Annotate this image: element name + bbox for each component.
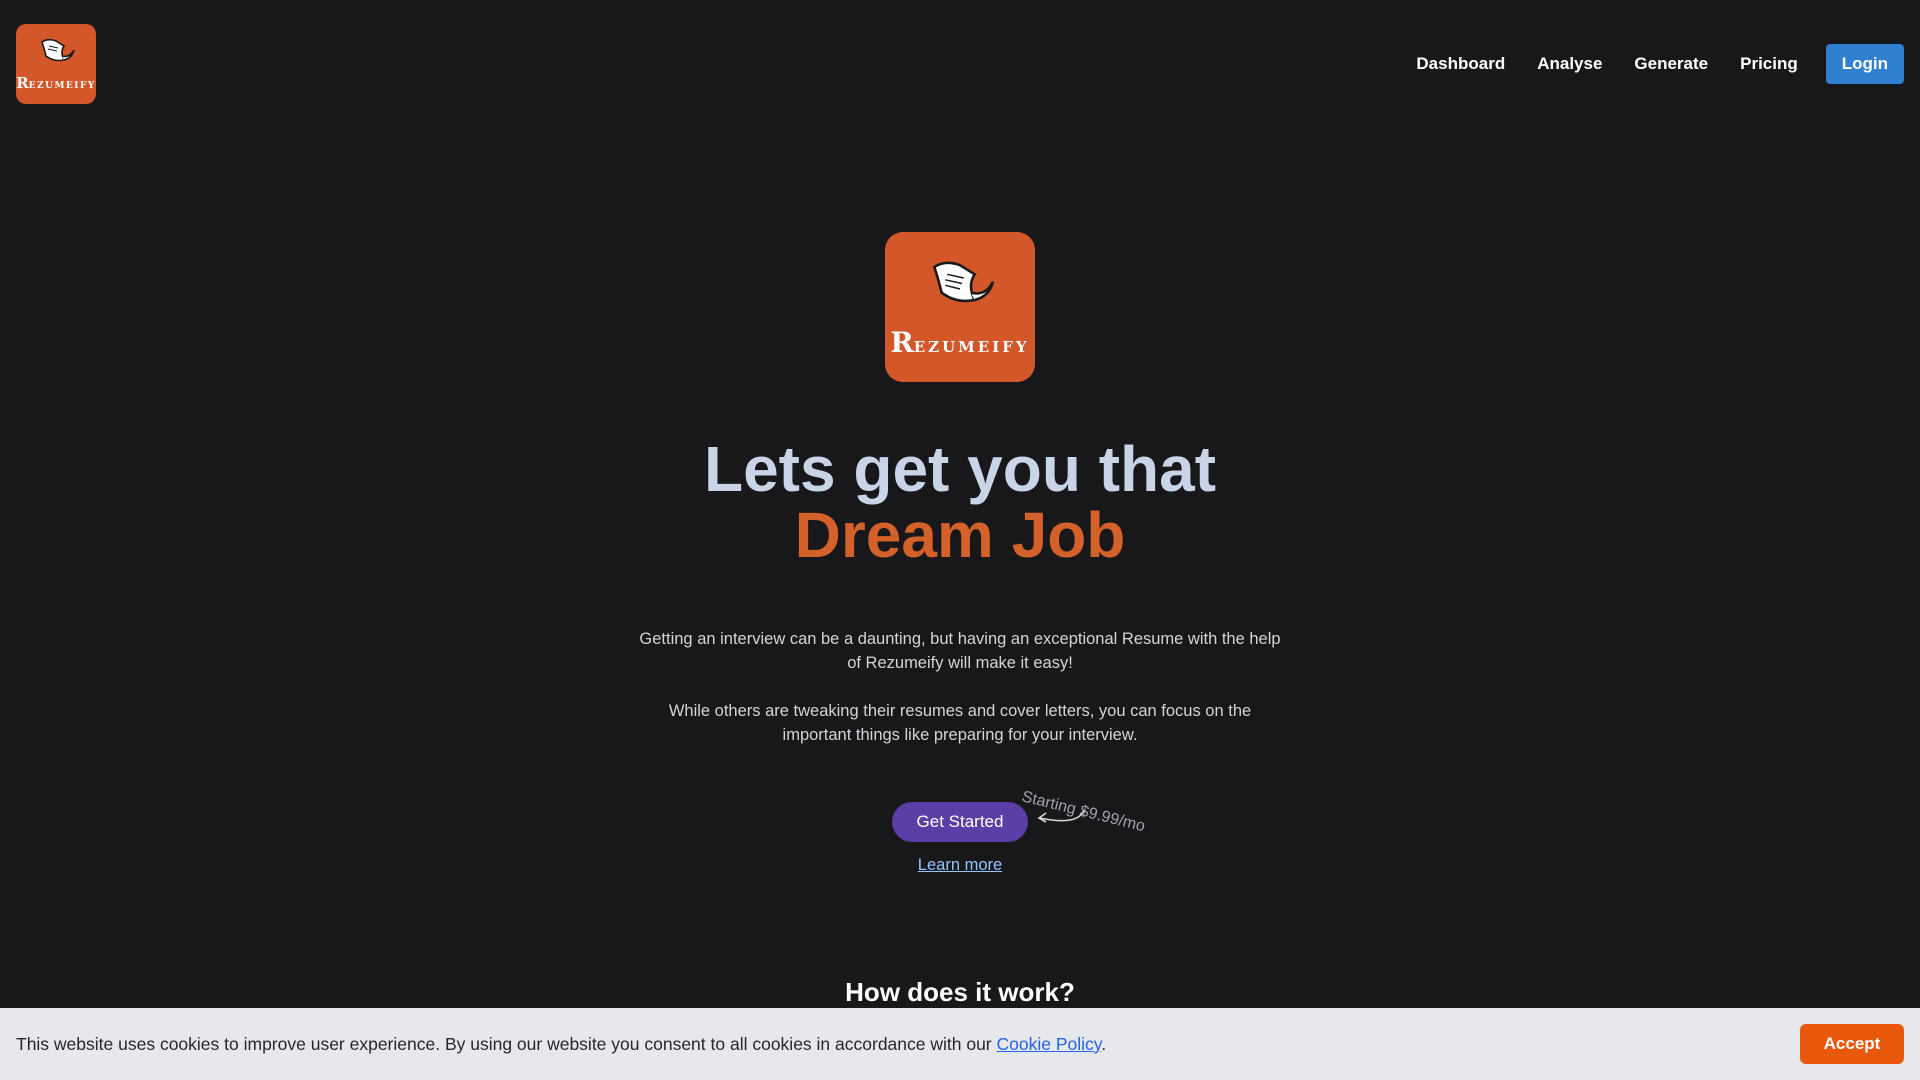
learn-more-wrapper: Learn more <box>0 856 1920 875</box>
paper-scroll-icon <box>41 38 75 62</box>
cookie-banner: This website uses cookies to improve use… <box>0 1008 1920 1080</box>
landing-page: REZUMEIFY Dashboard Analyse Generate Pri… <box>0 0 1920 1080</box>
headline-line1: Lets get you that <box>703 433 1217 505</box>
header-logo[interactable]: REZUMEIFY <box>16 24 96 104</box>
learn-more-link[interactable]: Learn more <box>918 856 1002 874</box>
site-header: REZUMEIFY Dashboard Analyse Generate Pri… <box>0 0 1920 128</box>
logo-wordmark: REZUMEIFY <box>890 325 1030 359</box>
how-it-works-title: How does it work? <box>845 977 1075 1007</box>
hero-paragraph-2: While others are tweaking their resumes … <box>668 702 1252 744</box>
main-nav: Dashboard Analyse Generate Pricing Login <box>1416 44 1904 84</box>
hero-paragraph-1: Getting an interview can be a daunting, … <box>639 630 1281 672</box>
cookie-text: This website uses cookies to improve use… <box>16 1033 1107 1054</box>
curved-arrow-icon <box>1037 809 1085 823</box>
accept-cookies-button[interactable]: Accept <box>1800 1024 1904 1064</box>
logo-wordmark: REZUMEIFY <box>16 74 96 92</box>
nav-analyse[interactable]: Analyse <box>1537 54 1602 74</box>
paper-scroll-icon <box>932 261 995 302</box>
nav-generate[interactable]: Generate <box>1634 54 1708 74</box>
get-started-button[interactable]: Get Started <box>892 802 1028 842</box>
login-button[interactable]: Login <box>1825 44 1904 84</box>
hero-logo: REZUMEIFY <box>885 232 1035 382</box>
nav-dashboard[interactable]: Dashboard <box>1416 54 1505 74</box>
nav-pricing[interactable]: Pricing <box>1740 54 1798 74</box>
cookie-policy-link[interactable]: Cookie Policy <box>997 1034 1102 1054</box>
hero-headline: Lets get you that Dream Job <box>0 436 1920 568</box>
headline-highlight: Dream Job <box>794 499 1126 571</box>
